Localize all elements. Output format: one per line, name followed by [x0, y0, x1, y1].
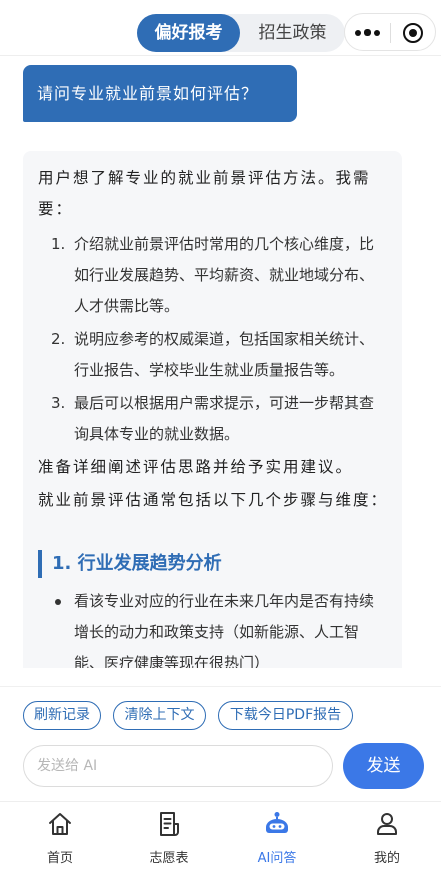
top-header: 偏好报考 招生政策	[0, 0, 441, 56]
miniprogram-capsule	[344, 13, 436, 51]
answer-intro: 就业前景评估通常包括以下几个步骤与维度：	[38, 491, 389, 509]
message-input[interactable]	[23, 745, 333, 787]
user-message-bubble: 请问专业就业前景如何评估？	[23, 65, 297, 122]
target-circle-icon[interactable]	[403, 23, 423, 43]
list-text: 最后可以根据用户需求提示，可进一步帮其查询具体专业的就业数据。	[74, 394, 375, 443]
tab-application-form-label: 志愿表	[149, 851, 189, 866]
home-icon	[49, 813, 71, 835]
refresh-history-button[interactable]: 刷新记录	[23, 701, 101, 730]
list-number: 2.	[51, 330, 66, 348]
list-item: 3. 最后可以根据用户需求提示，可进一步帮其查询具体专业的就业数据。	[38, 388, 388, 450]
tab-admission-policy[interactable]: 招生政策	[240, 14, 345, 52]
tab-ai-qa[interactable]: AI问答	[222, 802, 332, 883]
more-dots-icon[interactable]	[355, 29, 381, 37]
chat-area[interactable]: 请问专业就业前景如何评估？ 用户想了解专业的就业前景评估方法。我需要： 1. 介…	[0, 56, 441, 668]
tab-mine-label: 我的	[373, 851, 400, 866]
tab-home-label: 首页	[46, 851, 73, 866]
ai-response-card: 用户想了解专业的就业前景评估方法。我需要： 1. 介绍就业前景评估时常用的几个核…	[23, 151, 402, 668]
bullet-dot	[55, 599, 61, 605]
user-icon	[377, 813, 397, 835]
capsule-divider	[390, 23, 391, 43]
download-pdf-report-button[interactable]: 下载今日PDF报告	[218, 701, 353, 730]
tab-preference[interactable]: 偏好报考	[137, 14, 240, 52]
thinking-steps-list: 1. 介绍就业前景评估时常用的几个核心维度，比如行业发展趋势、平均薪资、就业地域…	[38, 229, 388, 450]
list-number: 3.	[51, 394, 66, 412]
list-text: 看该专业对应的行业在未来几年内是否有持续增长的动力和政策支持（如新能源、人工智能…	[74, 592, 375, 668]
tab-mine[interactable]: 我的	[332, 802, 441, 883]
mode-segmented-control: 偏好报考 招生政策	[137, 14, 345, 52]
tab-application-form[interactable]: 志愿表	[114, 802, 224, 883]
bottom-tab-bar: 首页 志愿表 AI问答 我的	[0, 801, 441, 883]
list-number: 1.	[51, 235, 66, 253]
list-item: 1. 介绍就业前景评估时常用的几个核心维度，比如行业发展趋势、平均薪资、就业地域…	[38, 229, 388, 322]
thinking-outro: 准备详细阐述评估思路并给予实用建议。	[38, 458, 354, 476]
list-text: 介绍就业前景评估时常用的几个核心维度，比如行业发展趋势、平均薪资、就业地域分布、…	[74, 235, 375, 315]
list-item: 看该专业对应的行业在未来几年内是否有持续增长的动力和政策支持（如新能源、人工智能…	[38, 586, 388, 668]
clear-context-button[interactable]: 清除上下文	[113, 701, 206, 730]
list-item: 2. 说明应参考的权威渠道，包括国家相关统计、行业报告、学校毕业生就业质量报告等…	[38, 324, 388, 386]
list-text: 说明应参考的权威渠道，包括国家相关统计、行业报告、学校毕业生就业质量报告等。	[74, 330, 375, 379]
send-button[interactable]: 发送	[343, 743, 424, 789]
tab-home[interactable]: 首页	[5, 802, 115, 883]
robot-icon	[266, 812, 288, 833]
document-icon	[160, 812, 179, 836]
tab-ai-qa-label: AI问答	[257, 851, 297, 866]
composer-area: 刷新记录 清除上下文 下载今日PDF报告 发送	[0, 686, 441, 801]
thinking-intro: 用户想了解专业的就业前景评估方法。我需要：	[38, 169, 371, 218]
section-heading: 1. 行业发展趋势分析	[38, 550, 388, 578]
section-bullet-list: 看该专业对应的行业在未来几年内是否有持续增长的动力和政策支持（如新能源、人工智能…	[38, 586, 388, 668]
